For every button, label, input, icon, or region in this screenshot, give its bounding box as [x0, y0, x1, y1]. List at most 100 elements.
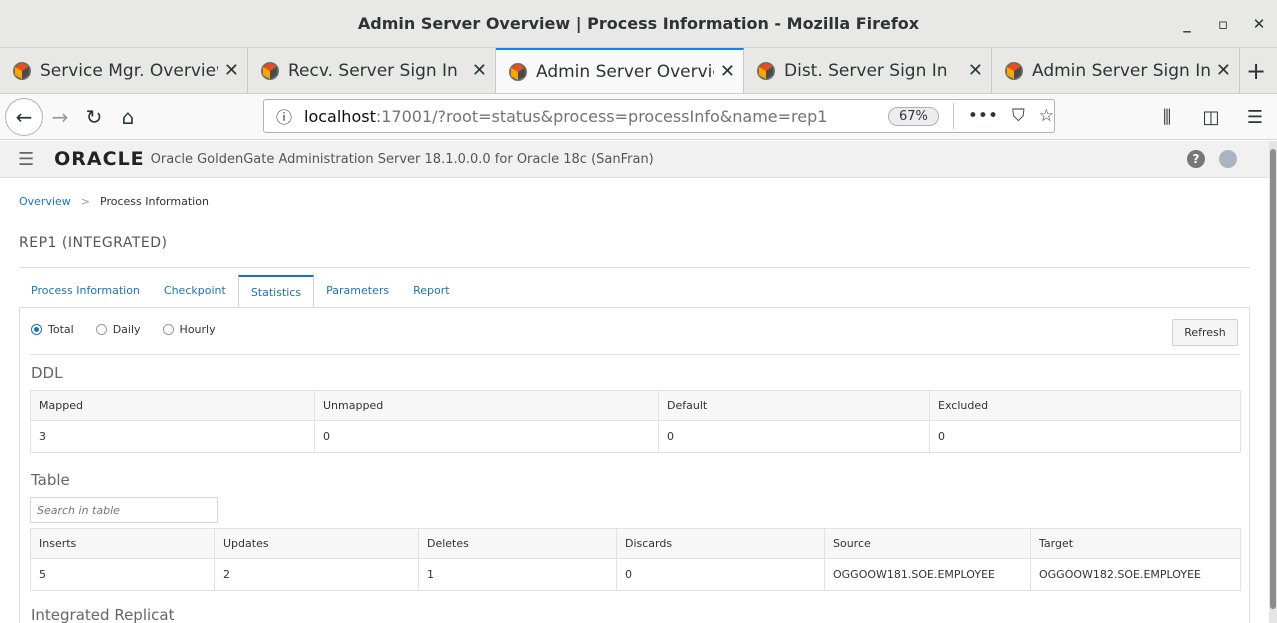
- search-input[interactable]: [30, 497, 218, 523]
- oracle-cube-icon: [261, 61, 279, 80]
- tab-dist-server[interactable]: Dist. Server Sign In ✕: [744, 48, 992, 93]
- table-cell: 3: [30, 420, 315, 453]
- url-separator: [952, 103, 954, 129]
- help-icon[interactable]: ?: [1187, 150, 1205, 168]
- scrollbar-thumb[interactable]: [1270, 149, 1276, 609]
- close-tab-icon[interactable]: ✕: [720, 61, 735, 82]
- url-text[interactable]: localhost:17001/?root=status&process=pro…: [304, 107, 858, 126]
- table-statistics: Inserts Updates Deletes Discards Source …: [30, 528, 1241, 591]
- column-header: Deletes: [418, 528, 617, 559]
- statistics-panel: Total Daily Hourly Refresh DDL Mapped Un…: [19, 307, 1250, 623]
- page-title: REP1 (INTEGRATED): [19, 235, 168, 251]
- radio-daily[interactable]: Daily: [95, 323, 141, 336]
- radio-label: Daily: [112, 323, 141, 336]
- column-header: Target: [1030, 528, 1241, 559]
- tab-report[interactable]: Report: [401, 275, 461, 307]
- column-header: Default: [658, 390, 930, 421]
- tab-statistics[interactable]: Statistics: [237, 275, 315, 308]
- column-header: Discards: [616, 528, 825, 559]
- table-cell: 0: [314, 420, 659, 453]
- breadcrumb-separator: >: [80, 195, 91, 208]
- table-cell: 0: [658, 420, 930, 453]
- tab-label: Dist. Server Sign In: [784, 60, 948, 81]
- close-tab-icon[interactable]: ✕: [1216, 60, 1231, 81]
- window-title: Admin Server Overview | Process Informat…: [357, 14, 920, 33]
- divider: [19, 267, 1250, 268]
- tab-admin-server-overview[interactable]: Admin Server Overview ✕: [496, 48, 744, 93]
- radio-total[interactable]: Total: [31, 323, 74, 336]
- table-heading: Table: [31, 471, 70, 489]
- table-cell: 0: [616, 558, 825, 591]
- oracle-cube-icon: [757, 61, 775, 80]
- tab-strip: Service Mgr. Overview ✕ Recv. Server Sig…: [0, 48, 1277, 94]
- new-tab-icon[interactable]: +: [1240, 48, 1272, 93]
- tab-process-information[interactable]: Process Information: [19, 275, 152, 307]
- refresh-button[interactable]: Refresh: [1172, 319, 1238, 346]
- zoom-level[interactable]: 67%: [888, 106, 939, 126]
- page-content: ☰ ORACLE Oracle GoldenGate Administratio…: [0, 141, 1269, 623]
- tab-admin-server-signin[interactable]: Admin Server Sign In ✕: [992, 48, 1240, 93]
- ddl-heading: DDL: [31, 364, 63, 382]
- radio-unselected-icon: [95, 324, 107, 335]
- user-avatar-icon[interactable]: [1219, 150, 1237, 168]
- site-info-icon[interactable]: ⓘ: [276, 104, 292, 128]
- navigation-bar: ← → ↻ ⌂ ⓘ localhost:17001/?root=status&p…: [0, 94, 1277, 140]
- divider: [30, 354, 1240, 355]
- page-scrollbar[interactable]: [1269, 141, 1277, 623]
- tab-recv-server[interactable]: Recv. Server Sign In ✕: [248, 48, 496, 93]
- table-header-row: Inserts Updates Deletes Discards Source …: [30, 528, 1241, 559]
- close-tab-icon[interactable]: ✕: [224, 60, 239, 81]
- column-header: Inserts: [30, 528, 215, 559]
- column-header: Mapped: [30, 390, 315, 421]
- url-bar[interactable]: ⓘ localhost:17001/?root=status&process=p…: [263, 99, 1055, 133]
- oracle-logo: ORACLE: [54, 148, 145, 170]
- minimize-icon[interactable]: _: [1169, 15, 1205, 33]
- radio-label: Total: [48, 323, 74, 336]
- tab-label: Service Mgr. Overview: [40, 60, 218, 81]
- tab-service-mgr[interactable]: Service Mgr. Overview ✕: [0, 48, 248, 93]
- hamburger-menu-icon[interactable]: ☰: [1233, 107, 1277, 128]
- pocket-icon[interactable]: ⛉: [1012, 106, 1025, 126]
- table-cell: 0: [929, 420, 1241, 453]
- column-header: Updates: [214, 528, 419, 559]
- home-icon[interactable]: ⌂: [111, 105, 145, 129]
- tab-label: Recv. Server Sign In: [288, 60, 458, 81]
- library-icon[interactable]: ⫼: [1145, 107, 1189, 128]
- breadcrumb-current: Process Information: [100, 195, 209, 208]
- app-header: ☰ ORACLE Oracle GoldenGate Administratio…: [0, 141, 1269, 178]
- radio-unselected-icon: [162, 324, 174, 335]
- table-cell: OGGOOW181.SOE.EMPLOYEE: [824, 558, 1031, 591]
- process-tabs: Process Information Checkpoint Statistic…: [19, 275, 462, 308]
- table-cell: 5: [30, 558, 215, 591]
- close-tab-icon[interactable]: ✕: [968, 60, 983, 81]
- column-header: Excluded: [929, 390, 1241, 421]
- breadcrumb-overview-link[interactable]: Overview: [19, 195, 71, 208]
- reload-icon[interactable]: ↻: [77, 105, 111, 129]
- radio-hourly[interactable]: Hourly: [162, 323, 216, 336]
- page-actions: ••• ⛉ ☆: [968, 106, 1054, 126]
- toolbar-right: ⫼ ◫ ☰: [1145, 94, 1277, 140]
- column-header: Source: [824, 528, 1031, 559]
- bookmark-star-icon[interactable]: ☆: [1039, 106, 1054, 126]
- sidebar-icon[interactable]: ◫: [1189, 107, 1233, 128]
- tab-parameters[interactable]: Parameters: [314, 275, 401, 307]
- forward-arrow-icon[interactable]: →: [43, 105, 77, 129]
- radio-label: Hourly: [179, 323, 216, 336]
- oracle-cube-icon: [1005, 61, 1023, 80]
- back-arrow-icon[interactable]: ←: [5, 97, 43, 136]
- tab-label: Admin Server Overview: [536, 61, 714, 82]
- close-tab-icon[interactable]: ✕: [472, 60, 487, 81]
- table-header-row: Mapped Unmapped Default Excluded: [30, 390, 1241, 421]
- integrated-replicat-heading: Integrated Replicat: [31, 606, 175, 623]
- page-actions-menu-icon[interactable]: •••: [968, 106, 998, 126]
- table-cell: 2: [214, 558, 419, 591]
- nav-menu-icon[interactable]: ☰: [18, 149, 34, 170]
- maximize-icon[interactable]: ▫: [1205, 15, 1241, 33]
- breadcrumb: Overview > Process Information: [19, 195, 209, 208]
- ddl-table: Mapped Unmapped Default Excluded 3 0 0 0: [30, 390, 1241, 453]
- oracle-cube-icon: [13, 61, 31, 80]
- tab-checkpoint[interactable]: Checkpoint: [152, 275, 238, 307]
- close-window-icon[interactable]: ✕: [1241, 15, 1277, 33]
- header-icons: ?: [1187, 150, 1237, 168]
- oracle-cube-icon: [509, 62, 527, 81]
